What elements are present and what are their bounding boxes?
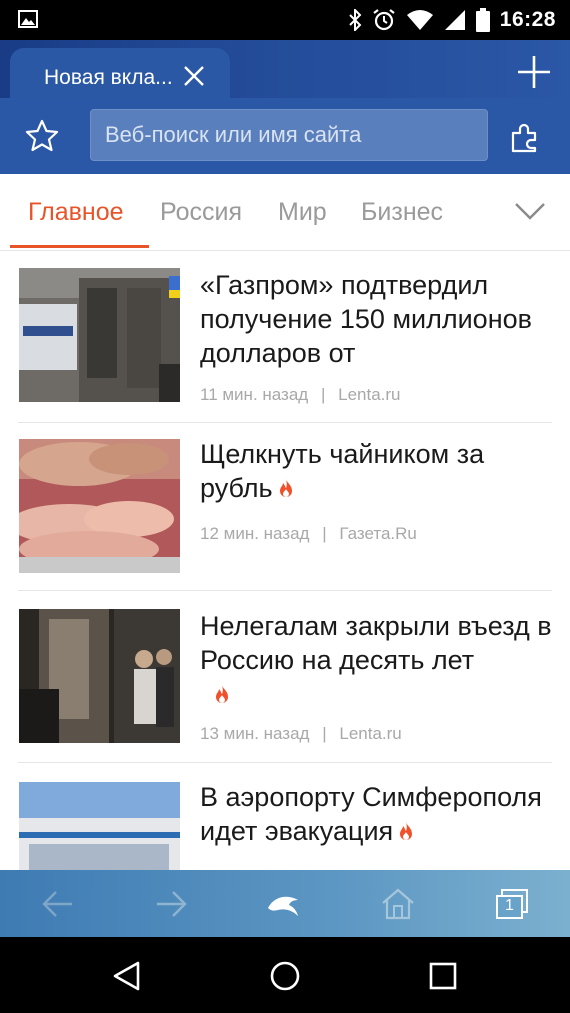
image-notification-icon [18, 10, 38, 28]
news-meta: 12 мин. назад | Газета.Ru [200, 524, 417, 543]
news-title: В аэропорту Симферополя идет эвакуация [200, 782, 542, 846]
browser-toolbar: Новая вкла... Веб-поиск или имя сайта [0, 40, 570, 174]
close-icon[interactable] [182, 64, 206, 88]
wifi-icon [406, 10, 433, 30]
news-thumbnail [19, 268, 180, 402]
news-title: Нелегалам закрыли въезд в Россию на деся… [200, 611, 552, 675]
status-bar: 16:28 [0, 0, 570, 40]
bookmark-star-icon[interactable] [24, 118, 60, 154]
address-bar: Веб-поиск или имя сайта [0, 98, 570, 174]
forward-arrow-icon[interactable] [153, 886, 189, 922]
news-title: «Газпром» подтвердил получение 150 милли… [200, 270, 532, 368]
news-thumbnail [19, 439, 180, 573]
news-source: Lenta.ru [339, 724, 402, 743]
hot-fire-icon [216, 685, 228, 703]
news-source: Lenta.ru [338, 385, 401, 404]
battery-icon [475, 8, 490, 32]
tab-business[interactable]: Бизнес [361, 198, 443, 227]
back-triangle-icon[interactable] [110, 959, 144, 993]
alarm-icon [373, 9, 395, 31]
news-time: 13 мин. назад [200, 724, 310, 743]
active-tab-indicator [10, 245, 149, 248]
bluetooth-icon [349, 9, 362, 31]
tab-russia[interactable]: Россия [160, 198, 242, 227]
news-thumbnail [19, 609, 180, 743]
news-category-tabs: Главное Россия Мир Бизнес [0, 174, 570, 251]
tabs-switcher-button[interactable]: 1 [494, 886, 530, 922]
home-icon[interactable] [380, 886, 416, 922]
news-meta: 13 мин. назад | Lenta.ru [200, 724, 402, 743]
new-tab-button[interactable] [516, 54, 552, 90]
clock: 16:28 [499, 8, 556, 31]
hot-fire-icon [279, 479, 292, 497]
home-circle-icon[interactable] [268, 959, 302, 993]
search-input[interactable]: Веб-поиск или имя сайта [90, 109, 488, 161]
news-feed: «Газпром» подтвердил получение 150 милли… [0, 250, 570, 870]
news-time: 11 мин. назад [200, 385, 309, 404]
tab-world[interactable]: Мир [278, 198, 327, 227]
news-item[interactable]: Нелегалам закрыли въезд в Россию на деся… [18, 590, 552, 763]
chevron-down-icon[interactable] [514, 200, 546, 222]
tab-main[interactable]: Главное [28, 198, 124, 227]
extensions-puzzle-icon[interactable] [508, 118, 544, 154]
news-item[interactable]: Щелкнуть чайником за рубль 12 мин. назад… [18, 422, 552, 591]
browser-bottom-bar: 1 [0, 870, 570, 937]
system-navigation-bar [0, 937, 570, 1013]
news-item[interactable]: В аэропорту Симферополя идет эвакуация [18, 762, 552, 870]
cell-signal-icon [444, 10, 465, 30]
news-item[interactable]: «Газпром» подтвердил получение 150 милли… [18, 250, 552, 423]
back-arrow-icon[interactable] [40, 886, 76, 922]
recents-square-icon[interactable] [426, 959, 460, 993]
news-meta: 11 мин. назад | Lenta.ru [200, 385, 401, 404]
news-source: Газета.Ru [339, 524, 417, 543]
news-title: Щелкнуть чайником за рубль [200, 439, 485, 503]
hot-fire-icon [400, 822, 413, 840]
news-thumbnail [19, 782, 180, 870]
news-time: 12 мин. назад [200, 524, 310, 543]
tab-title: Новая вкла... [44, 66, 173, 89]
dolphin-menu-icon[interactable] [266, 886, 302, 922]
tab-count: 1 [505, 897, 514, 914]
